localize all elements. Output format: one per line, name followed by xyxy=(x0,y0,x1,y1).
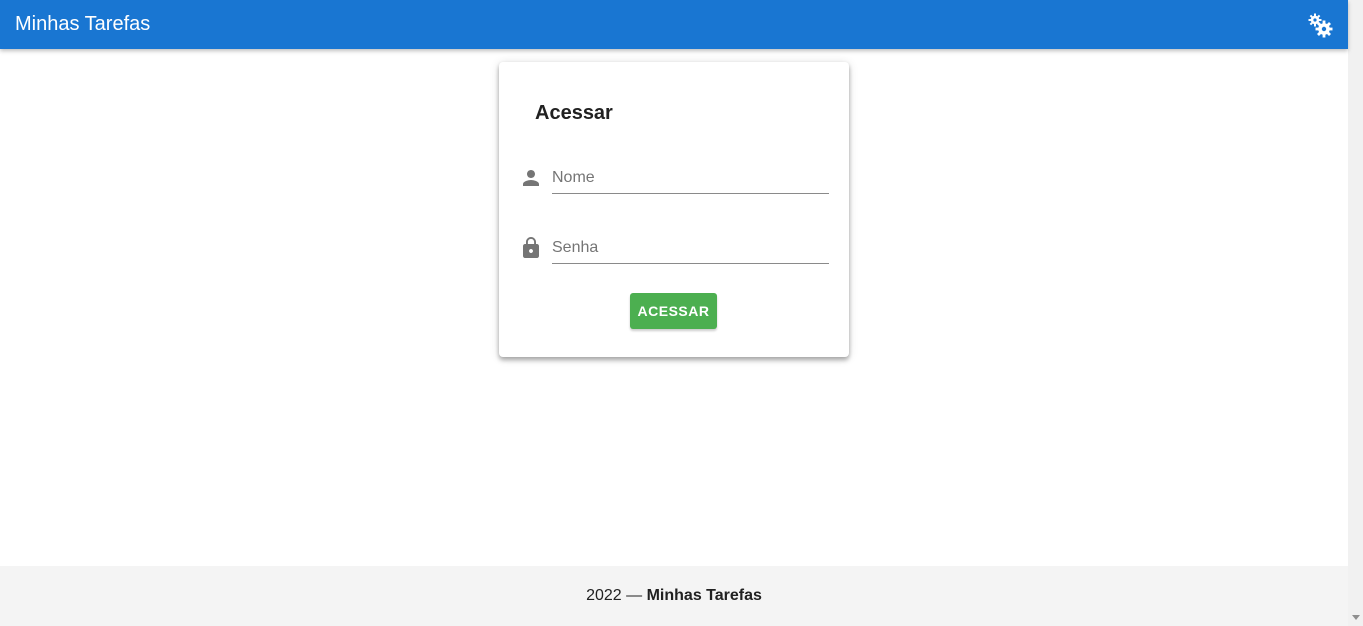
footer-separator: — xyxy=(621,587,647,604)
submit-button[interactable]: ACESSAR xyxy=(630,293,717,329)
footer-brand: Minhas Tarefas xyxy=(646,587,762,604)
scroll-down-arrow-icon[interactable] xyxy=(1352,615,1360,620)
vertical-scrollbar[interactable] xyxy=(1348,0,1363,626)
app-bar: Minhas Tarefas xyxy=(0,0,1348,49)
password-input[interactable] xyxy=(552,232,829,264)
footer-year: 2022 xyxy=(586,587,622,604)
main-content: Acessar ACESSAR xyxy=(0,49,1348,566)
gears-icon xyxy=(1308,13,1333,38)
page: Minhas Tarefas Acessar Nome ACESSAR 2022… xyxy=(0,0,1363,626)
app-title[interactable]: Minhas Tarefas xyxy=(15,13,150,36)
person-icon xyxy=(523,170,539,186)
password-field-row xyxy=(519,232,829,268)
login-card: Acessar ACESSAR xyxy=(499,62,849,357)
login-title: Acessar xyxy=(535,102,613,124)
lock-icon xyxy=(523,237,539,258)
settings-button[interactable] xyxy=(1307,12,1333,38)
name-input[interactable] xyxy=(552,162,829,194)
footer: 2022 — Minhas Tarefas xyxy=(0,566,1348,626)
name-field-row xyxy=(519,162,829,198)
